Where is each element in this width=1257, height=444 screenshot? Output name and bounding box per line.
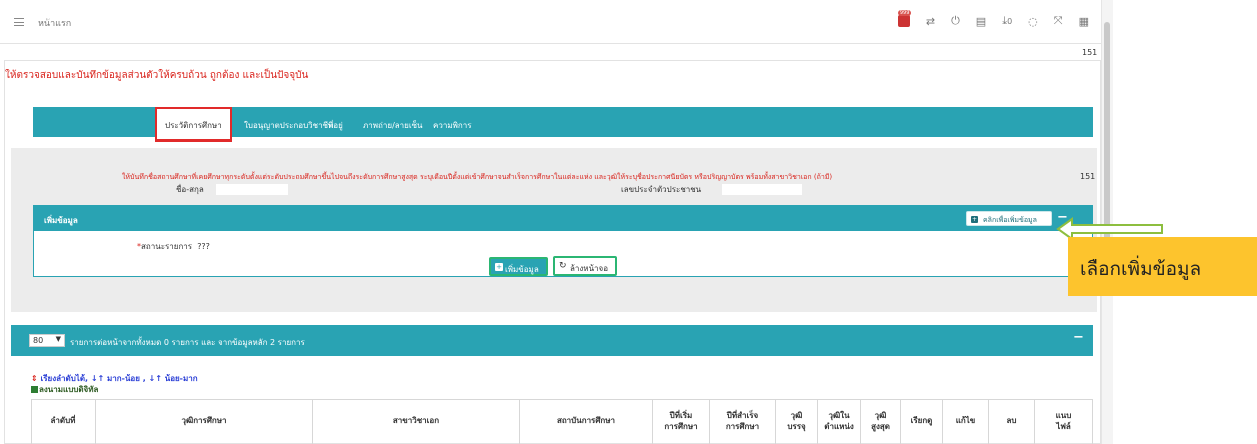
refresh-icon: ↻ — [559, 261, 567, 271]
col-entry-degree[interactable]: วุฒิ บรรจุ — [776, 399, 818, 444]
clear-screen-label: ล้างหน้าจอ — [570, 264, 609, 273]
notification-badge: 999 — [897, 10, 912, 16]
col-end-year[interactable]: ปีที่สำเร็จ การศึกษา — [710, 399, 776, 444]
col-qualification[interactable]: วุฒิการศึกษา — [96, 399, 313, 444]
status-value: ??? — [197, 242, 210, 251]
col-attach-file: แนบ ไฟล์ — [1035, 399, 1093, 444]
col-edit: แก้ไข — [943, 399, 989, 444]
tab-registration[interactable]: ทะเบียนประวัติ — [46, 12, 97, 25]
annotation-callout: เลือกเพิ่มข้อมูล — [1068, 237, 1257, 296]
click-to-add-button[interactable]: + คลิกเพื่อเพิ่มข้อมูล — [966, 211, 1052, 226]
citizen-id-value — [722, 184, 802, 195]
tab-professional-license[interactable]: ใบอนุญาตประกอบวิชาชีพ — [244, 119, 333, 132]
hamburger-menu-icon[interactable] — [14, 18, 24, 26]
collapse-list-button[interactable]: − — [1073, 330, 1084, 345]
col-institution[interactable]: สถาบันการศึกษา — [520, 399, 653, 444]
col-position-degree[interactable]: วุฒิใน ตำแหน่ง — [818, 399, 861, 444]
tab-disability[interactable]: ความพิการ — [433, 119, 472, 132]
per-page-value: 80 — [33, 336, 44, 345]
page-counter-panel: 151 — [1080, 172, 1096, 181]
download-icon[interactable]: ⤓0 — [1002, 14, 1012, 28]
swap-icon[interactable]: ⇄ — [926, 15, 935, 28]
submit-add-label: เพิ่มข้อมูล — [505, 265, 539, 274]
citizen-id-label: เลขประจำตัวประชาชน — [621, 185, 702, 194]
download-count: 0 — [1007, 17, 1013, 26]
col-start-year[interactable]: ปีที่เริ่ม การศึกษา — [653, 399, 710, 444]
toolbar-icons: 999 ⇄ ⏻ ▤ ⤓0 ◌ ⤧ ▦ — [897, 10, 1089, 28]
power-icon[interactable]: ⏻ — [951, 14, 960, 28]
col-highest-degree[interactable]: วุฒิ สูงสุด — [861, 399, 901, 444]
fullscreen-icon[interactable]: ⤧ — [1054, 14, 1063, 28]
per-page-select[interactable]: 80 ▼ — [29, 334, 65, 347]
name-value — [216, 184, 288, 195]
col-order[interactable]: ลำดับที่ — [31, 399, 96, 444]
grid-icon[interactable]: ▦ — [1079, 15, 1089, 28]
col-delete: ลบ — [989, 399, 1035, 444]
clipboard-icon[interactable]: ▤ — [976, 15, 986, 28]
sort-hint-text: เรียงลำดับได้, ↓↑ มาก-น้อย , ↓↑ น้อย-มาก — [40, 374, 198, 383]
digital-sign-icon — [31, 386, 38, 393]
submit-add-button[interactable]: + เพิ่มข้อมูล — [489, 257, 548, 276]
add-data-header — [33, 205, 1093, 231]
plus-icon: + — [495, 263, 503, 271]
clear-screen-button[interactable]: ↻ ล้างหน้าจอ — [553, 256, 617, 276]
chat-icon[interactable]: ◌ — [1028, 15, 1038, 28]
tab-education-history[interactable]: ประวัติการศึกษา — [155, 107, 232, 142]
data-notice: ให้ตรวจสอบและบันทึกข้อมูลส่วนตัวให้ครบถ้… — [5, 70, 309, 81]
status-field: *สถานะรายการ ??? — [137, 240, 210, 253]
plus-icon: + — [971, 216, 978, 223]
notification-icon[interactable]: 999 — [897, 10, 912, 27]
page-counter-top: 151 — [1082, 48, 1098, 57]
education-instructions: ให้บันทึกชื่อสถานศึกษาที่เคยศึกษาทุกระดั… — [122, 173, 833, 181]
digital-sign-text: ลงนามแบบดิจิทัล — [39, 385, 99, 394]
chevron-down-icon: ▼ — [55, 335, 61, 343]
col-major[interactable]: สาขาวิชาเอก — [313, 399, 520, 444]
name-label: ชื่อ-สกุล — [176, 185, 204, 194]
status-label: สถานะรายการ — [141, 242, 193, 251]
list-summary: รายการต่อหน้าจากทั้งหมด 0 รายการ และ จาก… — [70, 338, 305, 347]
tab-photo-signature[interactable]: ภาพถ่าย/ลายเซ็น — [363, 119, 422, 132]
tab-family[interactable]: ครอบครัว — [115, 12, 149, 25]
col-view: เรียกดู — [901, 399, 943, 444]
sort-icon: ⇕ — [31, 374, 38, 383]
digital-sign-hint: ลงนามแบบดิจิทัล — [31, 383, 98, 396]
tab-address[interactable]: ที่อยู่ — [328, 119, 343, 132]
click-to-add-label: คลิกเพื่อเพิ่มข้อมูล — [983, 216, 1037, 224]
add-data-title: เพิ่มข้อมูล — [44, 216, 78, 225]
top-bar: หน้าแรก 999 ⇄ ⏻ ▤ ⤓0 ◌ ⤧ ▦ — [0, 0, 1101, 44]
